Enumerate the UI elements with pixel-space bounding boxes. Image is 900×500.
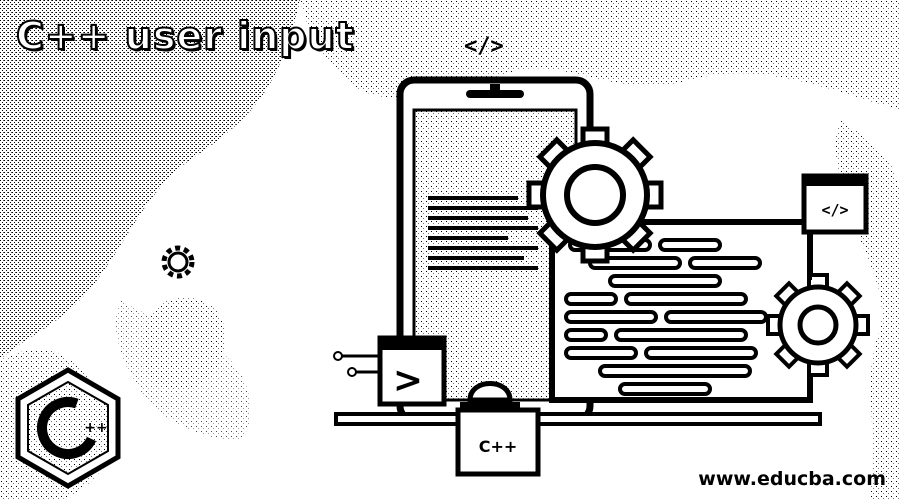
code-icon: </>	[801, 173, 869, 280]
small-code-tag: </>	[821, 201, 848, 219]
terminal-icon: >	[333, 335, 447, 407]
large-gear-icon	[526, 126, 664, 264]
terminal-glyph: >	[393, 360, 423, 401]
banner: </> > C++ ++ C++ user input </> www.educ…	[0, 0, 900, 500]
website-url: www.educba.com	[698, 468, 886, 490]
small-gear-icon	[161, 245, 195, 279]
logo-plus: ++	[84, 420, 107, 436]
right-gear-icon	[766, 273, 870, 377]
illustration: </> > C++ ++	[0, 0, 900, 500]
code-tag-icon: </>	[464, 34, 504, 59]
base-cpp-logo: C++	[479, 437, 518, 456]
page-title: C++ user input	[15, 13, 355, 59]
